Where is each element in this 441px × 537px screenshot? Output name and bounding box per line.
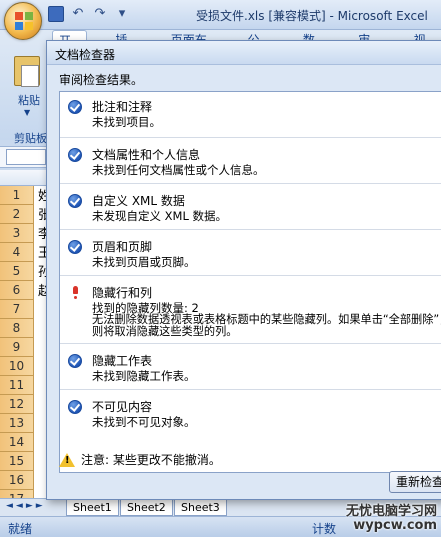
window-title: 受损文件.xls [兼容模式] - Microsoft Excel <box>196 9 428 23</box>
row-header[interactable]: 2 <box>0 205 34 224</box>
review-heading: 审阅检查结果。 <box>59 73 144 87</box>
check-icon <box>68 240 82 254</box>
row-header[interactable]: 12 <box>0 395 34 414</box>
office-button[interactable] <box>4 2 42 40</box>
clipboard-icon <box>14 56 40 87</box>
excel-titlebar: ↶ ↷ ▾ 受损文件.xls [兼容模式] - Microsoft Excel <box>0 0 441 40</box>
dialog-titlebar[interactable]: 文档检查器 <box>47 41 441 65</box>
redo-icon[interactable]: ↷ <box>92 6 108 22</box>
result-detail-note: 无法删除数据透视表或表格标题中的某些隐藏列。如果单击“全部删除”，则将取消隐藏这… <box>92 313 441 338</box>
result-detail: 未找到项目。 <box>92 115 161 129</box>
sheet-nav-arrows-icon[interactable]: ◄◄►► <box>6 501 46 511</box>
result-detail: 未找到不可见对象。 <box>92 415 196 429</box>
result-item-hidden-sheets: 隐藏工作表 未找到隐藏工作表。 <box>60 344 441 390</box>
site-watermark: 无忧电脑学习网 wypcw.com <box>330 498 441 537</box>
undo-icon[interactable]: ↶ <box>70 6 86 22</box>
chevron-down-icon: ▼ <box>24 108 31 117</box>
row-header[interactable]: 11 <box>0 376 34 395</box>
result-title: 隐藏行和列 <box>92 286 153 300</box>
check-icon <box>68 148 82 162</box>
exclamation-icon <box>72 286 80 300</box>
check-icon <box>68 400 82 414</box>
office-logo-icon <box>15 12 33 30</box>
sheet-tab-3[interactable]: Sheet3 <box>174 500 227 516</box>
result-item-invisible-content: 不可见内容 未找到不可见对象。 <box>60 390 441 436</box>
customize-toolbar-icon[interactable]: ▾ <box>114 6 130 22</box>
check-icon <box>68 354 82 368</box>
sheet-tab-1[interactable]: Sheet1 <box>66 500 119 516</box>
row-header[interactable]: 7 <box>0 300 34 319</box>
footer-note-text: 注意: 某些更改不能撤消。 <box>81 453 221 467</box>
paste-label: 粘贴 <box>18 94 40 107</box>
clipboard-group-label: 剪贴板 <box>14 132 47 145</box>
row-header[interactable]: 13 <box>0 414 34 433</box>
result-item-comments: 批注和注释 未找到项目。 <box>60 92 441 138</box>
watermark-line2: wypcw.com <box>353 518 437 533</box>
result-item-headers-footers: 页眉和页脚 未找到页眉或页脚。 <box>60 230 441 276</box>
check-icon <box>68 100 82 114</box>
row-header[interactable]: 9 <box>0 338 34 357</box>
row-header[interactable]: 10 <box>0 357 34 376</box>
document-inspector-dialog: 文档检查器 审阅检查结果。 批注和注释 未找到项目。 文档属性和个人信息 未找到… <box>46 40 441 500</box>
dialog-title: 文档检查器 <box>55 48 116 62</box>
result-detail: 未发现自定义 XML 数据。 <box>92 209 228 223</box>
row-header[interactable]: 5 <box>0 262 34 281</box>
result-detail: 未找到页眉或页脚。 <box>92 255 196 269</box>
result-title: 批注和注释 <box>92 100 153 114</box>
footer-note: 注意: 某些更改不能撤消。 <box>59 451 221 468</box>
check-icon <box>68 194 82 208</box>
result-detail: 未找到隐藏工作表。 <box>92 369 196 383</box>
row-header[interactable]: 8 <box>0 319 34 338</box>
name-box[interactable] <box>6 149 46 165</box>
result-title: 文档属性和个人信息 <box>92 148 201 162</box>
row-header[interactable]: 15 <box>0 452 34 471</box>
row-header[interactable]: 1 <box>0 186 34 205</box>
result-detail: 未找到任何文档属性或个人信息。 <box>92 163 265 177</box>
result-title: 不可见内容 <box>92 400 153 414</box>
row-header[interactable]: 4 <box>0 243 34 262</box>
warning-icon <box>59 452 75 467</box>
row-header[interactable]: 16 <box>0 471 34 490</box>
result-title: 页眉和页脚 <box>92 240 153 254</box>
row-header[interactable]: 14 <box>0 433 34 452</box>
result-title: 自定义 XML 数据 <box>92 194 185 208</box>
paste-button[interactable]: 粘贴 ▼ <box>8 56 48 136</box>
save-icon[interactable] <box>48 6 64 22</box>
inspection-results-list[interactable]: 批注和注释 未找到项目。 文档属性和个人信息 未找到任何文档属性或个人信息。 自… <box>59 91 441 473</box>
result-item-hidden-rows-columns: 隐藏行和列 找到的隐藏列数量: 2 无法删除数据透视表或表格标题中的某些隐藏列。… <box>60 276 441 344</box>
result-item-properties: 文档属性和个人信息 未找到任何文档属性或个人信息。 <box>60 138 441 184</box>
quick-access-toolbar: ↶ ↷ ▾ <box>48 6 130 22</box>
watermark-line1: 无忧电脑学习网 <box>345 504 437 519</box>
result-title: 隐藏工作表 <box>92 354 153 368</box>
row-header[interactable]: 3 <box>0 224 34 243</box>
reinspect-button[interactable]: 重新检查 <box>389 471 441 493</box>
result-item-custom-xml: 自定义 XML 数据 未发现自定义 XML 数据。 <box>60 184 441 230</box>
sheet-tab-2[interactable]: Sheet2 <box>120 500 173 516</box>
status-ready: 就绪 <box>8 522 33 536</box>
row-header[interactable]: 6 <box>0 281 34 300</box>
